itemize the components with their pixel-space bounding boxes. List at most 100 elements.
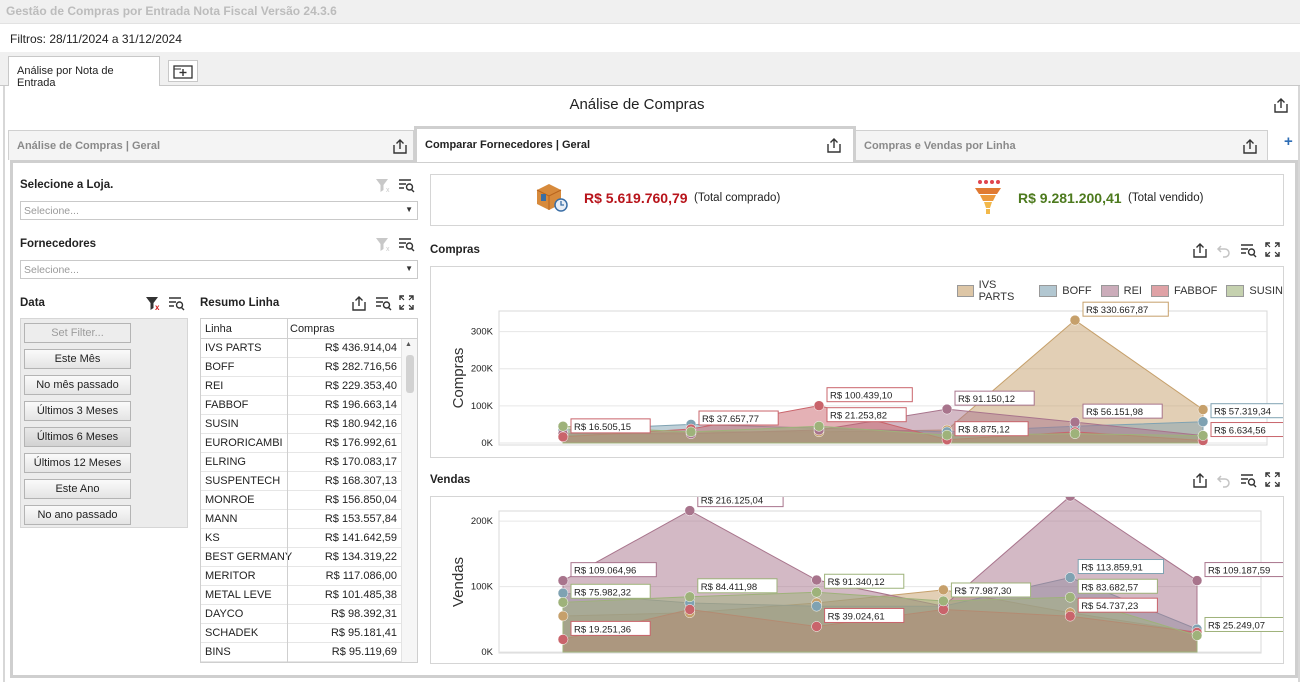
add-tab-button[interactable] <box>168 60 198 82</box>
data-label: R$ 100.439,10 <box>826 387 913 403</box>
export-icon[interactable] <box>1192 472 1208 491</box>
tab-analise-compras[interactable]: Análise de Compras | Geral <box>8 130 414 160</box>
loja-label: Selecione a Loja. <box>20 179 114 191</box>
col-compras-header[interactable]: Compras <box>290 323 335 335</box>
export-tab-icon[interactable] <box>1242 138 1258 154</box>
fornecedores-select[interactable]: Selecione... ▼ <box>20 260 418 279</box>
table-row[interactable]: KS R$ 141.642,59 <box>201 529 417 548</box>
table-row[interactable]: EURORICAMBI R$ 176.992,61 <box>201 434 417 453</box>
table-row[interactable]: REI R$ 229.353,40 <box>201 377 417 396</box>
tab-compras-vendas-linha[interactable]: Compras e Vendas por Linha <box>855 130 1268 160</box>
y-tick-label: 200K <box>471 516 494 527</box>
table-row[interactable]: SUSIN R$ 180.942,16 <box>201 415 417 434</box>
scroll-up-icon[interactable]: ▲ <box>405 341 412 348</box>
maximize-icon[interactable] <box>1265 472 1280 491</box>
data-label-text: R$ 109.064,96 <box>574 566 636 577</box>
add-page-icon[interactable]: + <box>1284 133 1293 150</box>
col-linha-header[interactable]: Linha <box>205 323 232 335</box>
clear-filter-icon[interactable]: x <box>375 236 391 252</box>
data-label-text: R$ 91.340,12 <box>828 577 885 588</box>
y-tick-label: 300K <box>471 327 494 338</box>
data-label: R$ 109.187,59 <box>1204 562 1283 578</box>
chevron-down-icon: ▼ <box>405 205 413 214</box>
data-label: R$ 84.411,98 <box>697 578 778 594</box>
data-label-text: R$ 21.253,82 <box>830 411 887 422</box>
table-row[interactable]: BINS R$ 95.119,69 <box>201 643 417 662</box>
search-filter-icon[interactable] <box>168 295 185 311</box>
table-row[interactable]: METAL LEVE R$ 101.485,38 <box>201 586 417 605</box>
export-icon[interactable] <box>351 295 367 311</box>
table-row[interactable]: MONROE R$ 156.850,04 <box>201 491 417 510</box>
table-row[interactable]: IVS PARTS R$ 436.914,04 <box>201 339 417 358</box>
data-point <box>811 621 822 632</box>
undo-icon[interactable] <box>1216 472 1232 491</box>
cell-linha: IVS PARTS <box>205 342 262 354</box>
clear-filter-icon[interactable]: x <box>375 177 391 193</box>
data-label: R$ 216.125,04 <box>697 497 784 508</box>
fornecedores-placeholder: Selecione... <box>24 264 79 276</box>
y-axis-label: Vendas <box>450 557 467 607</box>
data-point <box>557 634 569 645</box>
grid-scrollbar[interactable]: ▲ <box>401 339 417 662</box>
data-label-text: R$ 330.667,87 <box>1086 305 1148 316</box>
data-point <box>941 429 953 441</box>
table-row[interactable]: FABBOF R$ 196.663,14 <box>201 396 417 415</box>
table-row[interactable]: BOFF R$ 282.716,56 <box>201 358 417 377</box>
data-label: R$ 25.249,07 <box>1204 616 1283 632</box>
data-label: R$ 75.982,32 <box>570 583 651 599</box>
export-tab-icon[interactable] <box>392 138 408 154</box>
cell-compras: R$ 153.557,84 <box>324 513 397 525</box>
data-label-text: R$ 16.505,15 <box>574 422 631 433</box>
clear-filter-icon[interactable]: x <box>145 295 161 311</box>
table-row[interactable]: MERITOR R$ 117.086,00 <box>201 567 417 586</box>
data-point <box>1191 575 1203 586</box>
cell-linha: SCHADEK <box>205 627 259 639</box>
total-vendido-value: R$ 9.281.200,41 <box>1018 190 1122 206</box>
data-label-text: R$ 19.251,36 <box>574 624 631 635</box>
maximize-icon[interactable] <box>399 295 414 310</box>
data-point <box>557 575 569 586</box>
mes-passado-button[interactable]: No mês passado <box>24 375 131 395</box>
cell-linha: BINS <box>205 646 231 658</box>
export-icon[interactable] <box>1192 242 1208 261</box>
table-row[interactable]: ELRING R$ 170.083,17 <box>201 453 417 472</box>
data-label-text: R$ 216.125,04 <box>701 497 763 507</box>
vendas-toolbar <box>1192 472 1280 491</box>
este-mes-button[interactable]: Este Mês <box>24 349 131 369</box>
export-dashboard-icon[interactable] <box>1273 97 1289 113</box>
table-row[interactable]: DAYCO R$ 98.392,31 <box>201 605 417 624</box>
este-ano-button[interactable]: Este Ano <box>24 479 131 499</box>
y-tick-label: 100K <box>471 582 494 593</box>
data-point <box>1197 416 1209 427</box>
cell-compras: R$ 95.119,69 <box>331 646 397 658</box>
compras-chart-box: IVS PARTS BOFF REI FABBOF SUSIN 0K 100K 200K 30… <box>430 266 1284 458</box>
tab-comparar-fornecedores[interactable]: Comparar Fornecedores | Geral <box>414 126 856 162</box>
ano-passado-button[interactable]: No ano passado <box>24 505 131 525</box>
ultimos-12-meses-button[interactable]: Últimos 12 Meses <box>24 453 131 473</box>
maximize-icon[interactable] <box>1265 242 1280 261</box>
scroll-thumb[interactable] <box>406 355 414 393</box>
cell-compras: R$ 95.181,41 <box>330 627 397 639</box>
export-tab-icon[interactable] <box>826 137 842 153</box>
data-point <box>938 584 949 596</box>
table-row[interactable]: SCHADEK R$ 95.181,41 <box>201 624 417 643</box>
search-filter-icon[interactable] <box>1240 472 1257 491</box>
cell-compras: R$ 170.083,17 <box>324 456 397 468</box>
undo-icon[interactable] <box>1216 242 1232 261</box>
ultimos-6-meses-button[interactable]: Últimos 6 Meses <box>24 427 131 447</box>
ultimos-3-meses-button[interactable]: Últimos 3 Meses <box>24 401 131 421</box>
loja-select[interactable]: Selecione... ▼ <box>20 201 418 220</box>
search-filter-icon[interactable] <box>398 177 415 193</box>
cell-compras: R$ 436.914,04 <box>324 342 397 354</box>
search-filter-icon[interactable] <box>375 295 392 311</box>
table-row[interactable]: BEST GERMANY R$ 134.319,22 <box>201 548 417 567</box>
cell-compras: R$ 141.642,59 <box>324 532 397 544</box>
search-filter-icon[interactable] <box>398 236 415 252</box>
search-filter-icon[interactable] <box>1240 242 1257 261</box>
data-label: R$ 39.024,61 <box>824 607 905 623</box>
tab-analise-nota-entrada[interactable]: Análise por Nota de Entrada <box>8 56 160 89</box>
table-row[interactable]: MANN R$ 153.557,84 <box>201 510 417 529</box>
set-filter-button[interactable]: Set Filter... <box>24 323 131 343</box>
table-row[interactable]: SUSPENTECH R$ 168.307,13 <box>201 472 417 491</box>
cell-linha: MERITOR <box>205 570 256 582</box>
